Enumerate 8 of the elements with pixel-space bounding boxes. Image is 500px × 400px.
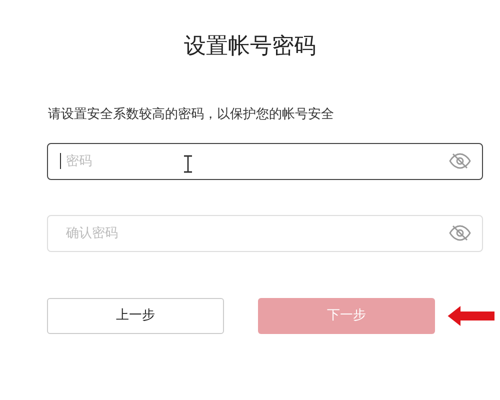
eye-slash-icon[interactable]	[449, 224, 471, 240]
back-button[interactable]: 上一步	[47, 298, 224, 334]
text-cursor-icon	[183, 154, 193, 172]
password-field[interactable]: 密码	[47, 142, 483, 180]
page-title: 设置帐号密码	[184, 33, 316, 61]
instruction-text: 请设置安全系数较高的密码，以保护您的帐号安全	[48, 106, 334, 124]
text-caret	[60, 152, 61, 168]
eye-slash-icon[interactable]	[449, 152, 471, 168]
